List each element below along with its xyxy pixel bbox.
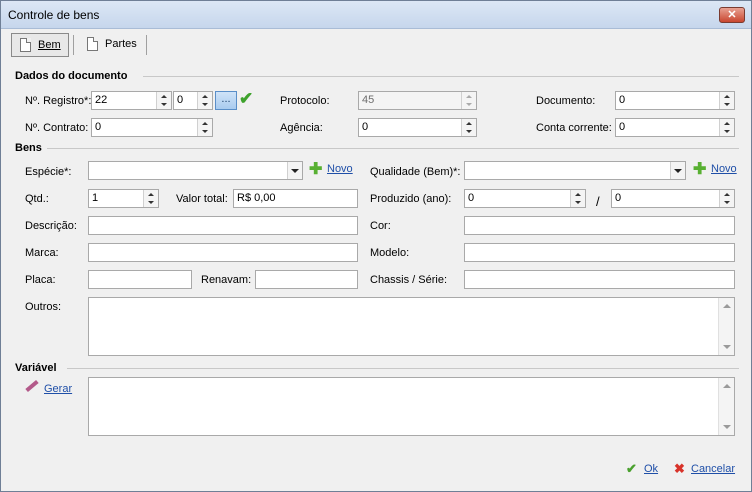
qualidade-label: Qualidade (Bem)*: xyxy=(370,166,461,178)
documento-label: Documento: xyxy=(536,95,596,107)
especie-select[interactable] xyxy=(88,161,303,180)
gerar-link[interactable]: Gerar xyxy=(44,383,72,395)
produzido-separator: / xyxy=(596,194,600,209)
produzido-to-value: 0 xyxy=(615,192,622,204)
chassis-input[interactable] xyxy=(464,270,735,289)
title-bar: Controle de bens ✕ xyxy=(1,1,751,29)
modelo-label: Modelo: xyxy=(370,247,410,259)
modelo-input[interactable] xyxy=(464,243,735,262)
valor-input[interactable]: R$ 0,00 xyxy=(233,189,358,208)
valor-label: Valor total: xyxy=(176,193,228,205)
especie-label: Espécie*: xyxy=(25,166,72,178)
divider xyxy=(67,368,739,369)
especie-novo-link[interactable]: Novo xyxy=(327,163,353,175)
protocolo-label: Protocolo: xyxy=(280,95,330,107)
registro-spinner[interactable] xyxy=(156,92,171,109)
produzido-to-spinner[interactable] xyxy=(719,190,734,207)
cor-label: Cor: xyxy=(370,220,391,232)
produzido-label: Produzido (ano): xyxy=(370,193,452,205)
plus-icon[interactable]: ✚ xyxy=(309,162,322,178)
cancel-button[interactable]: Cancelar xyxy=(691,463,735,475)
variavel-textarea[interactable] xyxy=(88,377,735,436)
protocolo-value: 45 xyxy=(362,94,375,106)
divider xyxy=(47,148,739,149)
plus-icon[interactable]: ✚ xyxy=(693,162,706,178)
pencil-icon xyxy=(25,379,39,393)
registro-input[interactable]: 22 xyxy=(91,91,172,110)
tab-bem-label: Bem xyxy=(38,39,61,51)
controle-de-bens-window: Controle de bens ✕ Bem Partes Dados do d… xyxy=(0,0,752,492)
qtd-spinner[interactable] xyxy=(143,190,158,207)
document-icon xyxy=(20,38,31,52)
variavel-scrollbar[interactable] xyxy=(718,378,734,435)
produzido-from-input[interactable]: 0 xyxy=(464,189,586,208)
documento-value: 0 xyxy=(619,94,626,106)
check-icon[interactable]: ✔ xyxy=(239,90,253,108)
registro-suffix-spinner[interactable] xyxy=(197,92,212,109)
window-title: Controle de bens xyxy=(8,8,100,22)
registro-value: 22 xyxy=(95,94,108,106)
agencia-input[interactable]: 0 xyxy=(358,118,477,137)
contrato-input[interactable]: 0 xyxy=(91,118,213,137)
agencia-label: Agência: xyxy=(280,122,323,134)
contrato-label: Nº. Contrato: xyxy=(25,122,89,134)
divider xyxy=(143,76,739,77)
cor-input[interactable] xyxy=(464,216,735,235)
protocolo-spinner xyxy=(461,92,476,109)
conta-label: Conta corrente: xyxy=(536,122,612,134)
conta-input[interactable]: 0 xyxy=(615,118,735,137)
close-button[interactable]: ✕ xyxy=(719,7,745,23)
produzido-from-spinner[interactable] xyxy=(570,190,585,207)
renavam-label: Renavam: xyxy=(201,274,252,286)
qualidade-novo-link[interactable]: Novo xyxy=(711,163,737,175)
protocolo-input: 45 xyxy=(358,91,477,110)
chevron-down-icon[interactable] xyxy=(287,162,302,179)
produzido-from-value: 0 xyxy=(468,192,475,204)
qtd-label: Qtd.: xyxy=(25,193,49,205)
outros-scrollbar[interactable] xyxy=(718,298,734,355)
outros-label: Outros: xyxy=(25,301,62,313)
outros-textarea[interactable] xyxy=(88,297,735,356)
chassis-label: Chassis / Série: xyxy=(370,274,448,286)
section-title-bens: Bens xyxy=(15,142,42,154)
produzido-to-input[interactable]: 0 xyxy=(611,189,735,208)
section-title-variavel: Variável xyxy=(15,362,57,374)
placa-input[interactable] xyxy=(88,270,192,289)
contrato-value: 0 xyxy=(95,121,102,133)
agencia-value: 0 xyxy=(362,121,369,133)
check-icon: ✔ xyxy=(626,461,637,476)
descricao-input[interactable] xyxy=(88,216,358,235)
chevron-down-icon[interactable] xyxy=(670,162,685,179)
section-title-documento: Dados do documento xyxy=(15,70,128,82)
documento-input[interactable]: 0 xyxy=(615,91,735,110)
ok-button[interactable]: Ok xyxy=(644,463,658,475)
tab-partes[interactable]: Partes xyxy=(79,33,149,57)
qtd-value: 1 xyxy=(92,192,99,204)
tab-partes-label: Partes xyxy=(105,38,137,50)
registro-label: Nº. Registro*: xyxy=(25,95,92,107)
tab-bem[interactable]: Bem xyxy=(11,33,69,57)
marca-input[interactable] xyxy=(88,243,358,262)
agencia-spinner[interactable] xyxy=(461,119,476,136)
contrato-spinner[interactable] xyxy=(197,119,212,136)
lookup-button[interactable]: ... xyxy=(215,91,237,110)
tab-separator xyxy=(73,35,74,55)
renavam-input[interactable] xyxy=(255,270,358,289)
qtd-input[interactable]: 1 xyxy=(88,189,159,208)
tab-separator xyxy=(146,35,147,55)
valor-value: R$ 0,00 xyxy=(237,192,276,204)
registro-suffix-value: 0 xyxy=(177,94,184,106)
conta-spinner[interactable] xyxy=(719,119,734,136)
marca-label: Marca: xyxy=(25,247,59,259)
document-icon xyxy=(87,37,98,51)
documento-spinner[interactable] xyxy=(719,92,734,109)
placa-label: Placa: xyxy=(25,274,56,286)
cancel-x-icon: ✖ xyxy=(674,461,685,476)
registro-suffix-input[interactable]: 0 xyxy=(173,91,213,110)
conta-value: 0 xyxy=(619,121,626,133)
descricao-label: Descrição: xyxy=(25,220,77,232)
qualidade-select[interactable] xyxy=(464,161,686,180)
